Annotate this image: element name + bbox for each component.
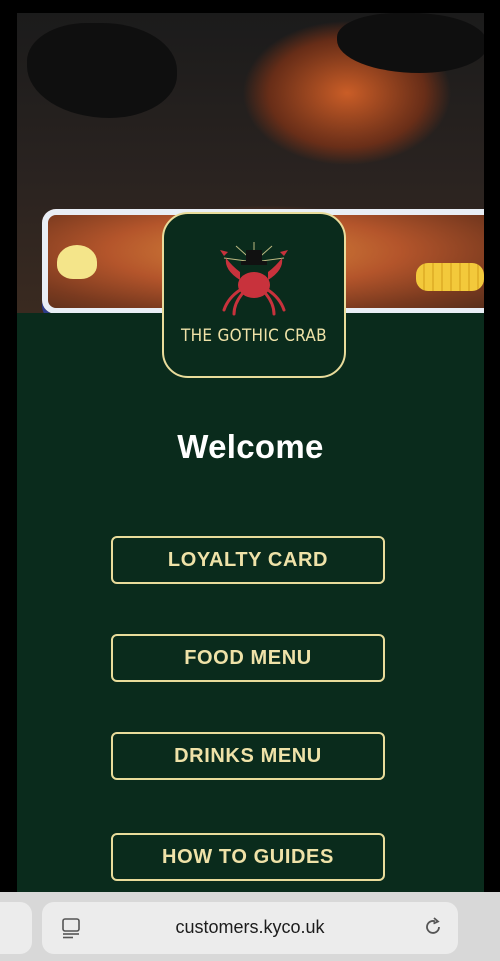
brand-name: THE GOTHIC CRAB <box>181 326 327 346</box>
food-menu-button[interactable]: FOOD MENU <box>111 634 385 682</box>
lemon-decoration <box>57 245 97 279</box>
glove-decoration <box>27 23 177 118</box>
browser-toolbar: customers.kyco.uk <box>0 892 500 961</box>
glove-decoration <box>337 13 484 73</box>
app-frame: THE GOTHIC CRAB Welcome LOYALTY CARD FOO… <box>17 13 484 913</box>
brand-logo: THE GOTHIC CRAB <box>162 212 346 378</box>
crab-icon <box>220 242 288 316</box>
drinks-menu-button[interactable]: DRINKS MENU <box>111 732 385 780</box>
reload-icon[interactable] <box>422 916 444 938</box>
how-to-guides-button[interactable]: HOW TO GUIDES <box>111 833 385 881</box>
url-text: customers.kyco.uk <box>175 917 325 937</box>
loyalty-card-button[interactable]: LOYALTY CARD <box>111 536 385 584</box>
address-bar[interactable]: customers.kyco.uk <box>42 902 458 954</box>
corn-decoration <box>416 263 484 291</box>
welcome-heading: Welcome <box>177 428 324 465</box>
previous-tab[interactable] <box>0 902 32 954</box>
